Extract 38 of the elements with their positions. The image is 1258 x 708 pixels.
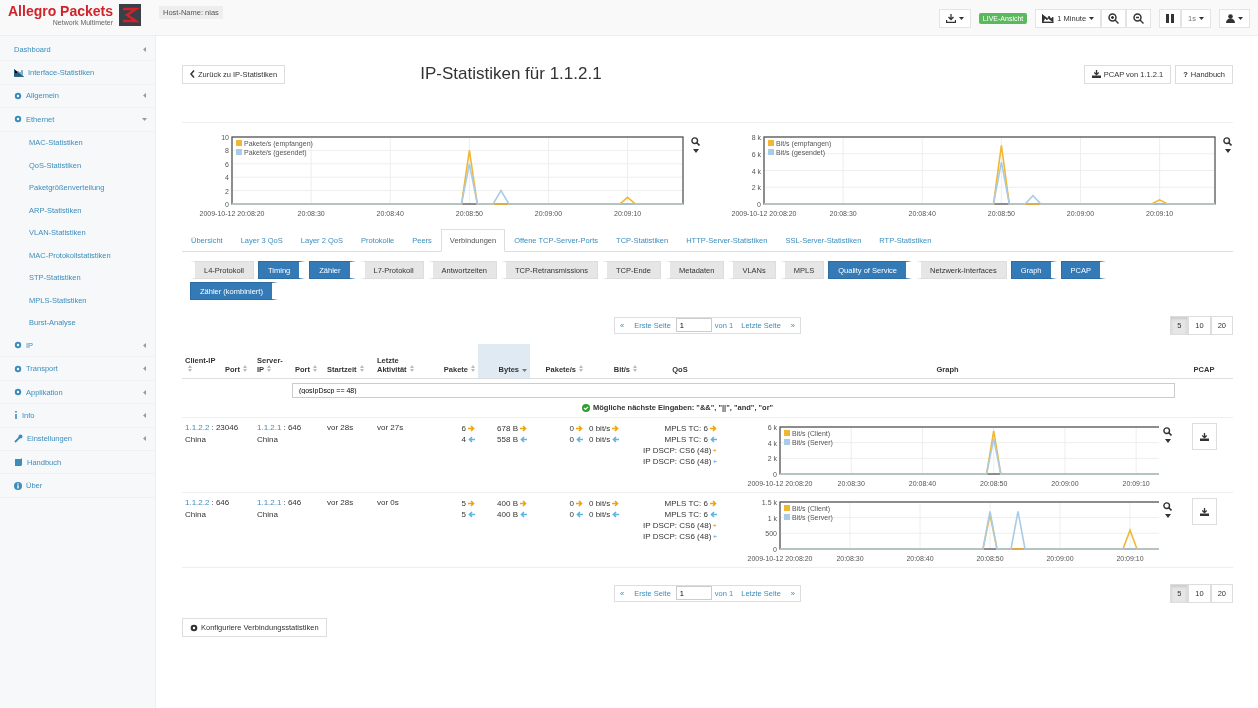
server-country: China bbox=[257, 510, 279, 519]
table-value: IP DSCP: CS6 (48) bbox=[643, 446, 712, 455]
table-value: 5 bbox=[461, 510, 466, 519]
client-port: : 23046 bbox=[211, 423, 239, 432]
table-value: MPLS TC: 6 bbox=[664, 499, 708, 508]
client-port: : 646 bbox=[211, 498, 230, 507]
table-value: 0 bit/s bbox=[589, 499, 611, 508]
last-activity: vor 27s bbox=[377, 423, 404, 432]
server-port: : 646 bbox=[283, 498, 302, 507]
table-value: 0 bbox=[569, 435, 574, 444]
table-value: 678 B bbox=[497, 424, 518, 433]
table-value: 0 bbox=[569, 499, 574, 508]
client-country: China bbox=[185, 510, 207, 519]
table-value: 5 bbox=[461, 499, 466, 508]
last-activity: vor 0s bbox=[377, 498, 399, 507]
start-time: vor 28s bbox=[327, 498, 354, 507]
table-value: IP DSCP: CS6 (48) bbox=[643, 532, 712, 541]
table-value: 0 bit/s bbox=[589, 435, 611, 444]
server-port: : 646 bbox=[283, 423, 302, 432]
brand-name: Allegro Packets bbox=[8, 4, 114, 19]
table-value: 6 bbox=[461, 424, 466, 433]
page-title: IP-Statistiken für 1.1.2.1 bbox=[420, 64, 602, 84]
table-value: 4 bbox=[461, 435, 466, 444]
table-value: IP DSCP: CS6 (48) bbox=[643, 521, 712, 530]
start-time: vor 28s bbox=[327, 423, 354, 432]
table-value: MPLS TC: 6 bbox=[664, 510, 708, 519]
table-value: 400 B bbox=[497, 510, 518, 519]
table-value: 0 bit/s bbox=[589, 424, 611, 433]
table-value: 0 bbox=[569, 424, 574, 433]
table-value: MPLS TC: 6 bbox=[664, 424, 708, 433]
table-value: 0 bbox=[569, 510, 574, 519]
client-country: China bbox=[185, 435, 207, 444]
table-value: IP DSCP: CS6 (48) bbox=[643, 457, 712, 466]
server-country: China bbox=[257, 435, 279, 444]
table-value: 0 bit/s bbox=[589, 510, 611, 519]
table-value: 400 B bbox=[497, 499, 518, 508]
table-value: 558 B bbox=[497, 435, 518, 444]
table-value: MPLS TC: 6 bbox=[664, 435, 708, 444]
